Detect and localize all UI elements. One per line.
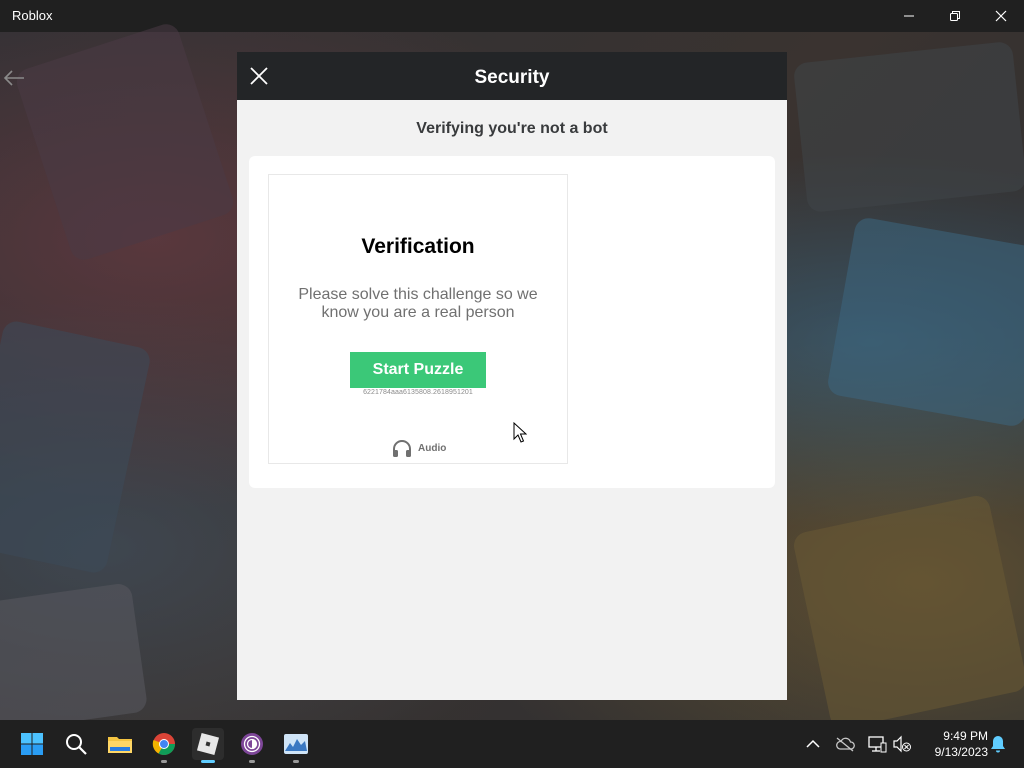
roblox-icon — [196, 732, 220, 756]
start-puzzle-button[interactable]: Start Puzzle — [350, 352, 486, 388]
file-explorer-icon — [108, 737, 132, 753]
start-button[interactable] — [16, 728, 48, 760]
audio-challenge-link[interactable]: Audio — [392, 438, 446, 458]
background-tile — [825, 216, 1024, 428]
taskbar-clock[interactable]: 9:49 PM 9/13/2023 — [918, 728, 988, 760]
taskbar-file-explorer[interactable] — [104, 728, 136, 760]
network-tray-button[interactable] — [865, 732, 889, 756]
modal-subtitle: Verifying you're not a bot — [416, 120, 608, 137]
restore-icon — [950, 11, 960, 21]
search-icon — [66, 734, 87, 755]
volume-muted-icon — [893, 735, 911, 753]
bell-icon — [991, 736, 1005, 753]
security-modal: Security Verifying you're not a bot Veri… — [237, 52, 787, 700]
mouse-cursor-icon — [513, 422, 527, 443]
network-icon — [868, 736, 887, 753]
minimize-button[interactable] — [886, 0, 932, 32]
background-tile — [0, 582, 149, 732]
taskbar: 9:49 PM 9/13/2023 — [0, 720, 1024, 768]
session-id: 6221784aaa6135808.2618951201 — [363, 389, 473, 396]
background-tile — [13, 20, 237, 264]
window-title: Roblox — [12, 8, 53, 23]
notifications-button[interactable] — [986, 732, 1010, 756]
clock-date: 9/13/2023 — [934, 745, 988, 759]
tor-browser-icon — [241, 733, 263, 755]
background-tile — [792, 40, 1024, 214]
modal-header: Security — [237, 52, 787, 100]
chevron-up-icon — [806, 739, 820, 748]
taskbar-tor-browser[interactable] — [236, 728, 268, 763]
cloud-offline-icon — [836, 737, 855, 752]
taskbar-photos[interactable] — [280, 728, 312, 763]
background-tile — [0, 318, 153, 576]
captcha-frame: Verification Please solve this challenge… — [268, 174, 568, 464]
show-hidden-icons-button[interactable] — [801, 732, 825, 756]
modal-close-icon[interactable] — [247, 64, 271, 88]
restore-button[interactable] — [932, 0, 978, 32]
taskbar-search-button[interactable] — [60, 728, 92, 760]
chrome-icon — [152, 733, 175, 755]
modal-title: Security — [474, 67, 550, 88]
window-close-button[interactable] — [978, 0, 1024, 32]
captcha-title: Verification — [361, 235, 475, 258]
background-tile — [791, 493, 1024, 731]
taskbar-chrome[interactable] — [148, 728, 180, 763]
start-icon — [21, 733, 43, 755]
taskbar-roblox[interactable] — [192, 728, 224, 763]
onedrive-tray-button[interactable] — [833, 732, 857, 756]
running-indicator — [249, 760, 255, 763]
headphones-icon — [393, 440, 411, 457]
captcha-description: Please solve this challenge so we know y… — [298, 286, 538, 321]
running-indicator — [293, 760, 299, 763]
minimize-icon — [904, 15, 914, 17]
clock-time: 9:49 PM — [943, 729, 988, 743]
photos-icon — [284, 734, 308, 754]
close-icon — [995, 10, 1007, 22]
challenge-card: Verification Please solve this challenge… — [249, 156, 775, 488]
running-indicator — [161, 760, 167, 763]
volume-tray-button[interactable] — [890, 732, 914, 756]
back-arrow-icon[interactable] — [2, 68, 26, 88]
running-indicator — [201, 760, 215, 763]
audio-label: Audio — [418, 442, 447, 454]
